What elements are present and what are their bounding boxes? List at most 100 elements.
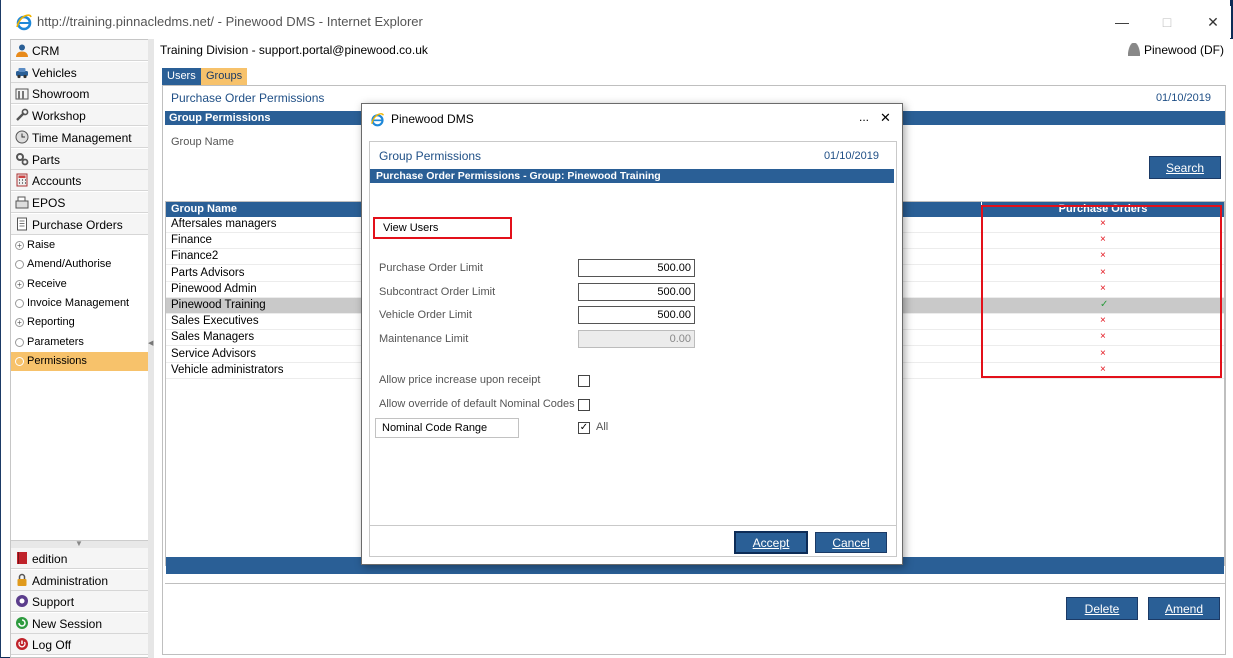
power-icon [15,637,29,651]
dialog-title: Pinewood DMS [391,112,474,126]
sidebar-item-label: Administration [32,573,109,588]
cancel-button[interactable]: Cancel [815,532,887,553]
sidebar-item-log-off[interactable]: Log Off [11,634,148,656]
sidebar-item-label: Workshop [32,109,86,124]
browser-title: http://training.pinnacledms.net/ - Pinew… [37,14,423,29]
tab-groups[interactable]: Groups [201,68,248,85]
view-users-button[interactable]: View Users [373,217,512,239]
input-vehicle-order-limit[interactable]: 500.00 [578,306,695,325]
sidebar-subitem-reporting[interactable]: + Reporting [11,313,148,332]
sidebar-item-showroom[interactable]: Showroom [11,83,148,105]
limit-label-purchase-order-limit: Purchase Order Limit [379,262,483,274]
expand-plus-icon[interactable]: + [15,241,24,250]
sidebar-item-administration[interactable]: Administration [11,569,148,591]
browser-title-bar: http://training.pinnacledms.net/ - Pinew… [1,6,1231,38]
nominal-code-range-label: Nominal Code Range [382,422,488,434]
sidebar-item-label: Time Management [32,130,132,145]
expand-plus-icon[interactable]: + [15,279,24,289]
allow-price-increase-checkbox[interactable] [578,375,590,387]
accept-button[interactable]: Accept [734,531,808,554]
all-label: All [596,421,609,433]
allow-price-increase-label: Allow price increase upon receipt [379,374,541,386]
sidebar-item-epos[interactable]: EPOS [11,191,148,213]
book-icon [15,551,29,565]
delete-button[interactable]: Delete [1066,597,1138,620]
checkmark-icon: ✓ [579,422,589,433]
sidebar-subitem-permissions[interactable]: Permissions [11,351,148,371]
search-button[interactable]: Search [1149,156,1221,179]
chevron-left-icon: ◀ [148,340,154,347]
dialog-heading: Group Permissions [379,149,482,163]
group-name-cell: Finance [171,234,212,247]
sidebar-item-edition[interactable]: edition [11,548,148,569]
dialog-divider [370,525,896,526]
sidebar-item-new-session[interactable]: New Session [11,612,148,634]
wrench-icon [15,108,29,122]
sidebar-subitem-invoice-management[interactable]: Invoice Management [11,294,148,313]
calculator-icon [15,173,29,187]
chevron-down-icon: ▼ [75,539,83,548]
sidebar-item-label: edition [32,552,68,566]
input-purchase-order-limit[interactable]: 500.00 [578,259,695,277]
sidebar-item-vehicles[interactable]: Vehicles [11,61,148,83]
group-name-cell: Sales Managers [171,331,255,344]
divider [165,583,1225,584]
sidebar-item-label: Accounts [32,174,82,189]
sidebar-item-parts[interactable]: Parts [11,148,148,170]
column-header-group-name: Group Name [171,203,238,215]
sidebar-item-crm[interactable]: CRM [11,40,148,61]
group-name-cell: Sales Executives [171,315,259,328]
all-checkbox[interactable]: ✓ [578,422,590,434]
gears-icon [15,152,29,166]
input-subcontract-order-limit[interactable]: 500.00 [578,282,695,301]
sidebar-item-workshop[interactable]: Workshop [11,105,148,127]
sidebar-subitem-label: Reporting [27,316,75,329]
sidebar-item-time-management[interactable]: Time Management [11,126,148,148]
more-options-button[interactable]: ... [859,110,869,124]
sidebar-item-label: Log Off [32,638,72,653]
group-name-cell: Aftersales managers [171,218,277,230]
sidebar-subitem-amend-authorise[interactable]: Amend/Authorise [11,255,148,274]
dialog-date: 01/10/2019 [823,150,879,162]
bullet-icon [15,356,24,366]
minimize-icon[interactable]: — [1114,14,1130,30]
sidebar-scroll-handle[interactable]: ▼ [11,539,148,548]
sidebar-subitem-parameters[interactable]: Parameters [11,333,148,352]
dialog-title-bar: Pinewood DMS ... ✕ [362,104,902,134]
user-icon [1127,43,1140,56]
tab-users[interactable]: Users [162,68,201,85]
dialog-subheading: Purchase Order Permissions - Group: Pine… [370,169,894,183]
sidebar-subitem-raise[interactable]: + Raise [11,236,148,255]
car-icon [15,65,29,79]
sidebar-subitem-label: Invoice Management [27,296,130,309]
allow-override-label: Allow override of default Nominal Codes [379,398,575,410]
division-header: Training Division - support.portal@pinew… [160,43,428,57]
internet-explorer-icon [371,113,384,127]
sidebar-item-label: Showroom [32,87,90,102]
sidebar-item-purchase-orders[interactable]: Purchase Orders [11,213,148,235]
nominal-code-range-button[interactable]: Nominal Code Range [375,418,519,438]
group-name-cell: Service Advisors [171,347,257,360]
expand-plus-icon[interactable]: + [15,318,24,328]
sidebar-item-accounts[interactable]: Accounts [11,170,148,192]
allow-override-checkbox[interactable] [578,399,590,411]
group-name-cell: Pinewood Admin [171,282,257,295]
sidebar-item-label: Support [32,595,75,610]
dialog-close-icon[interactable]: ✕ [880,110,891,126]
group-name-cell: Finance2 [171,250,219,263]
clock-icon [15,130,29,144]
browser-window: http://training.pinnacledms.net/ - Pinew… [0,0,1233,658]
sidebar-item-support[interactable]: Support [11,591,148,613]
sidebar-item-label: EPOS [32,195,66,210]
limit-label-subcontract-order-limit: Subcontract Order Limit [379,285,496,298]
amend-button[interactable]: Amend [1148,597,1220,620]
bullet-icon [15,337,24,347]
close-window-icon[interactable]: ✕ [1205,14,1221,30]
sidebar-subitem-receive[interactable]: + Receive [11,275,148,294]
maximize-icon[interactable]: □ [1159,14,1175,30]
group-name-label: Group Name [171,136,234,148]
view-users-label: View Users [383,222,439,234]
sidebar-item-label: Purchase Orders [32,217,123,232]
group-permissions-dialog: Pinewood DMS ... ✕ Group Permissions 01/… [361,103,903,565]
group-name-cell: Parts Advisors [171,266,245,279]
